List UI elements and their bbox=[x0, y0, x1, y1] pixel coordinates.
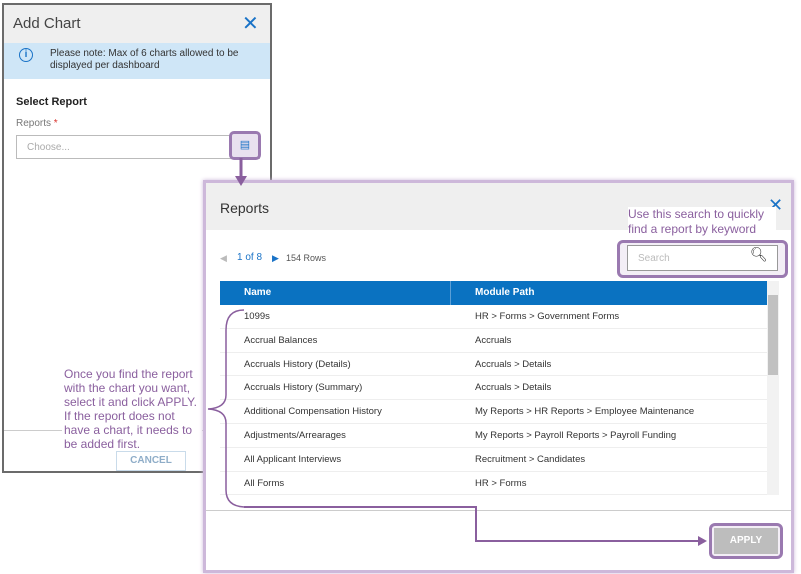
annotation-arrows bbox=[207, 158, 707, 546]
